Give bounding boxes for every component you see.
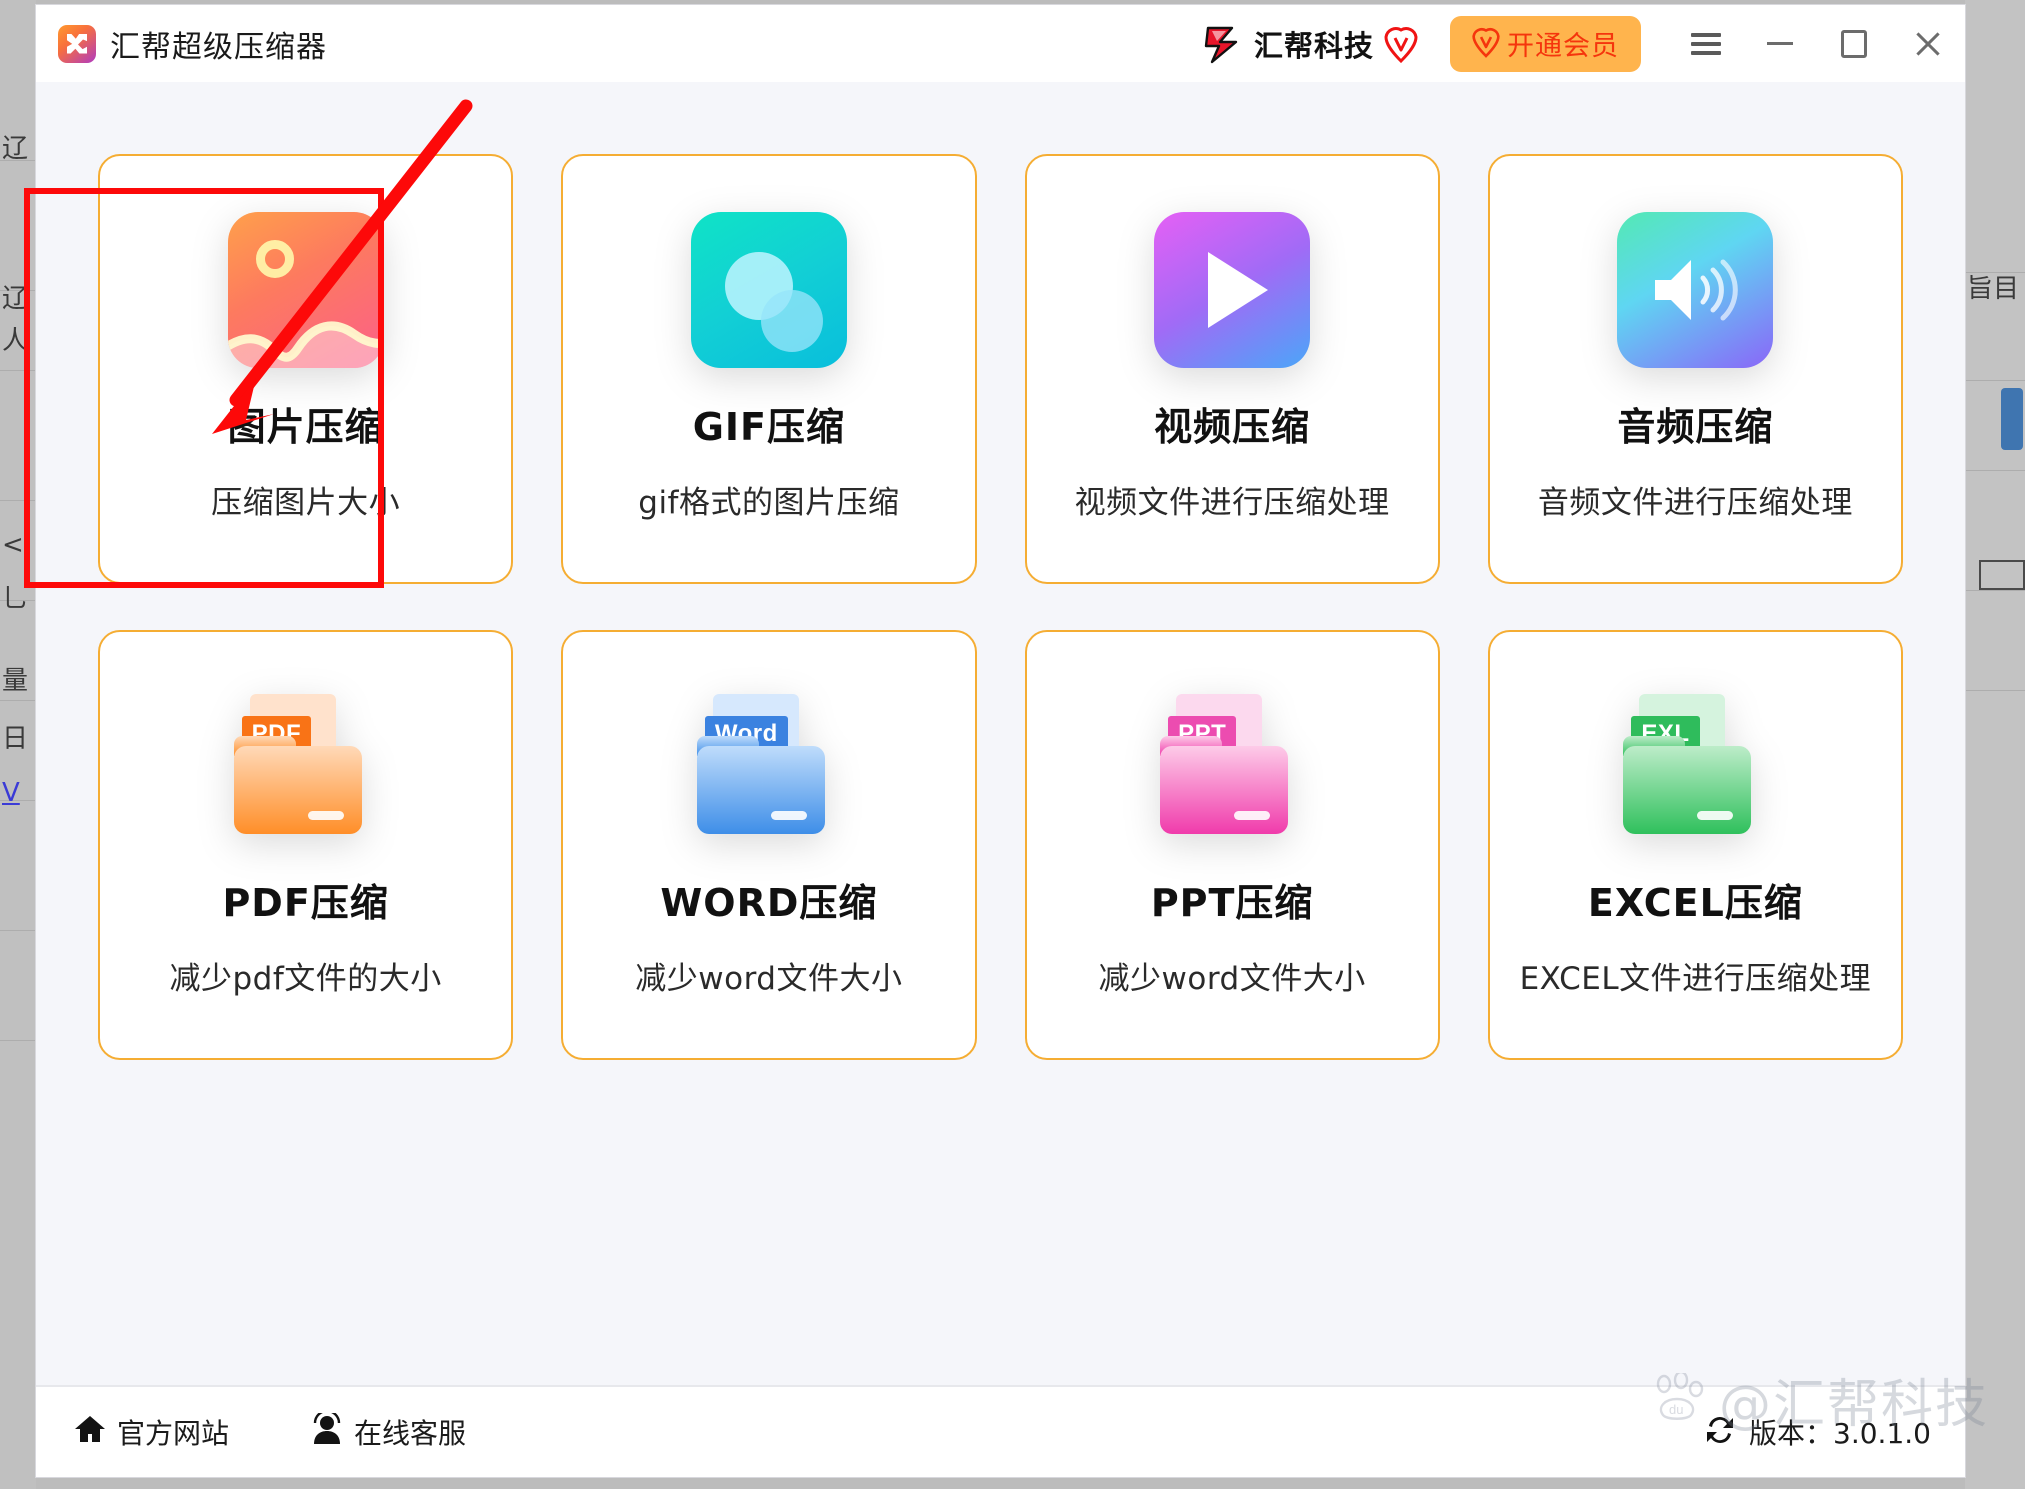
bg-text-fragment: 人 (2, 326, 28, 356)
official-website-label: 官方网站 (117, 1417, 230, 1450)
card-title: PPT压缩 (1150, 881, 1314, 925)
card-description: 压缩图片大小 (211, 485, 401, 521)
background-scrollbar-thumb[interactable] (2001, 388, 2023, 450)
card-description: 减少pdf文件的大小 (169, 961, 442, 997)
bg-text-fragment: 量 (2, 666, 28, 696)
card-title: GIF压缩 (692, 405, 846, 449)
maximize-icon[interactable] (1817, 5, 1891, 82)
brand-group: 汇帮科技 (1202, 23, 1418, 65)
online-support-label: 在线客服 (354, 1417, 467, 1450)
card-description: 视频文件进行压缩处理 (1074, 485, 1390, 521)
pdf-compress-icon: PDF (228, 688, 384, 844)
card-description: 减少word文件大小 (635, 961, 903, 997)
audio-compress-icon (1617, 212, 1774, 368)
bg-text-fragment: 辽 (2, 134, 28, 164)
gif-compress-icon (690, 212, 847, 368)
card-gif-compress[interactable]: GIF压缩 gif格式的图片压缩 (561, 154, 977, 584)
card-description: 减少word文件大小 (1098, 961, 1366, 997)
bg-text-fragment (1979, 560, 2025, 590)
card-title: PDF压缩 (222, 881, 389, 925)
card-description: 音频文件进行压缩处理 (1537, 485, 1853, 521)
image-compress-icon (227, 212, 384, 368)
title-bar-right-controls: 汇帮科技 开通会员 (1202, 5, 1965, 82)
bg-text-fragment: 乚 (2, 584, 28, 614)
bg-text-fragment: 日 (2, 724, 28, 754)
app-logo-icon (58, 24, 96, 63)
bg-text-fragment: 辽 (2, 284, 28, 314)
card-word-compress[interactable]: Word WORD压缩 减少word文件大小 (561, 630, 977, 1060)
card-video-compress[interactable]: 视频压缩 视频文件进行压缩处理 (1024, 154, 1440, 584)
brand-label: 汇帮科技 (1253, 28, 1374, 63)
feature-row-1: 图片压缩 压缩图片大小 GIF压缩 gif格式的图片压缩 视频压缩 视频文件进行… (98, 154, 1903, 584)
word-compress-icon: Word (691, 688, 847, 844)
card-audio-compress[interactable]: 音频压缩 音频文件进行压缩处理 (1487, 154, 1903, 584)
version-info[interactable]: 版本：3.0.1.0 (1703, 1412, 1931, 1452)
official-website-link[interactable]: 官方网站 (74, 1412, 229, 1452)
vip-shield-icon (1472, 26, 1500, 61)
activate-membership-label: 开通会员 (1507, 31, 1619, 62)
card-title: WORD压缩 (660, 881, 878, 925)
card-title: EXCEL压缩 (1587, 881, 1803, 925)
headset-support-icon (311, 1409, 343, 1452)
video-compress-icon (1154, 212, 1311, 368)
background-window-right: 旨目 (1965, 0, 2025, 1489)
excel-compress-icon: EXL (1617, 688, 1773, 844)
card-description: gif格式的图片压缩 (638, 485, 900, 521)
online-support-link[interactable]: 在线客服 (311, 1409, 467, 1452)
version-label: 版本：3.0.1.0 (1749, 1417, 1931, 1450)
footer-bar: 官方网站 在线客服 版本：3.0.1.0 (36, 1385, 1965, 1477)
lightning-brand-icon (1202, 24, 1244, 64)
card-excel-compress[interactable]: EXL EXCEL压缩 EXCEL文件进行压缩处理 (1487, 630, 1903, 1060)
app-window: 汇帮超级压缩器 汇帮科技 开通会员 图片压缩 压缩图片大小 GIF压缩 gif格… (24, 5, 1965, 1477)
hamburger-menu-icon[interactable] (1669, 5, 1743, 82)
card-title: 视频压缩 (1154, 405, 1311, 449)
bg-text-fragment: < (2, 530, 24, 560)
bg-text-fragment: 旨目 (1967, 274, 2020, 304)
background-window-left: 辽 辽 人 < 乚 量 日 V (0, 0, 36, 1489)
card-pdf-compress[interactable]: PDF PDF压缩 减少pdf文件的大小 (98, 630, 514, 1060)
minimize-icon[interactable] (1743, 5, 1817, 82)
bg-text-fragment-link: V (2, 778, 20, 808)
window-controls (1669, 5, 1965, 82)
card-ppt-compress[interactable]: PPT PPT压缩 减少word文件大小 (1024, 630, 1440, 1060)
app-title: 汇帮超级压缩器 (110, 29, 327, 65)
close-icon[interactable] (1891, 5, 1965, 82)
feature-row-2: PDF PDF压缩 减少pdf文件的大小 Word WORD压缩 减少word文… (98, 630, 1903, 1060)
title-bar: 汇帮超级压缩器 汇帮科技 开通会员 (36, 5, 1965, 82)
activate-membership-button[interactable]: 开通会员 (1450, 15, 1641, 72)
card-description: EXCEL文件进行压缩处理 (1519, 961, 1872, 997)
card-title: 图片压缩 (227, 405, 384, 449)
vip-shield-icon (1384, 25, 1418, 63)
card-image-compress[interactable]: 图片压缩 压缩图片大小 (98, 154, 514, 584)
feature-grid: 图片压缩 压缩图片大小 GIF压缩 gif格式的图片压缩 视频压缩 视频文件进行… (24, 82, 1965, 1385)
refresh-icon (1703, 1414, 1737, 1451)
home-icon (74, 1414, 106, 1451)
ppt-compress-icon: PPT (1154, 688, 1310, 844)
card-title: 音频压缩 (1617, 405, 1774, 449)
